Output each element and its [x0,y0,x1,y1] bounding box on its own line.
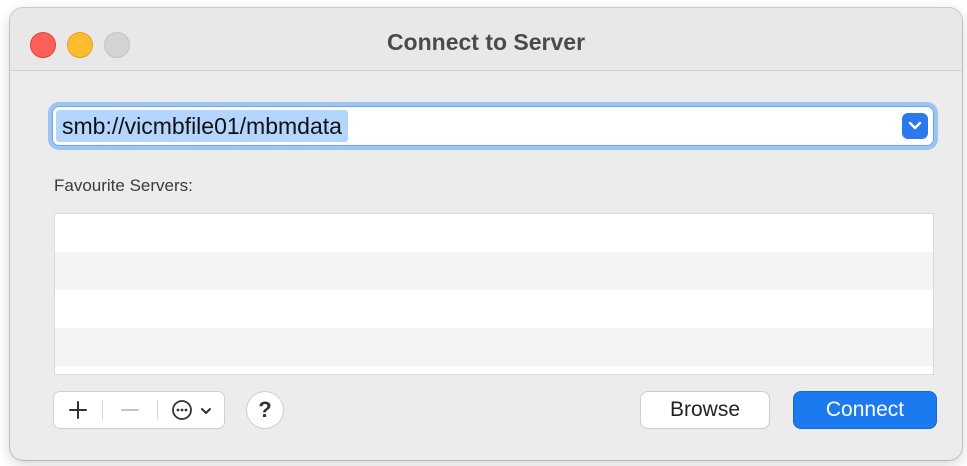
connect-to-server-window: Connect to Server smb://vicmbfile01/mbmd… [10,8,962,460]
list-item[interactable] [55,214,933,252]
list-item[interactable] [55,328,933,366]
plus-icon [69,401,87,419]
server-address-field[interactable]: smb://vicmbfile01/mbmdata [56,110,348,142]
list-item[interactable] [55,252,933,290]
favourite-actions-menu-button[interactable] [158,392,224,428]
title-bar: Connect to Server [10,8,962,71]
favourite-servers-list[interactable] [54,213,934,375]
connect-button[interactable]: Connect [794,392,936,428]
minus-icon [121,409,139,411]
window-title: Connect to Server [386,29,586,55]
help-button[interactable]: ? [247,392,283,428]
recent-servers-dropdown-button[interactable] [902,113,928,139]
chevron-down-icon [201,408,211,414]
favourite-servers-label: Favourite Servers: [54,176,193,195]
server-address-combo[interactable]: smb://vicmbfile01/mbmdata [52,106,934,146]
browse-button[interactable]: Browse [641,392,769,428]
chevron-down-icon [908,121,922,130]
remove-favourite-button[interactable] [103,392,157,428]
favourites-segmented-control [54,392,224,428]
add-favourite-button[interactable] [54,392,102,428]
ellipsis-circle-icon [172,400,192,420]
list-item[interactable] [55,290,933,328]
